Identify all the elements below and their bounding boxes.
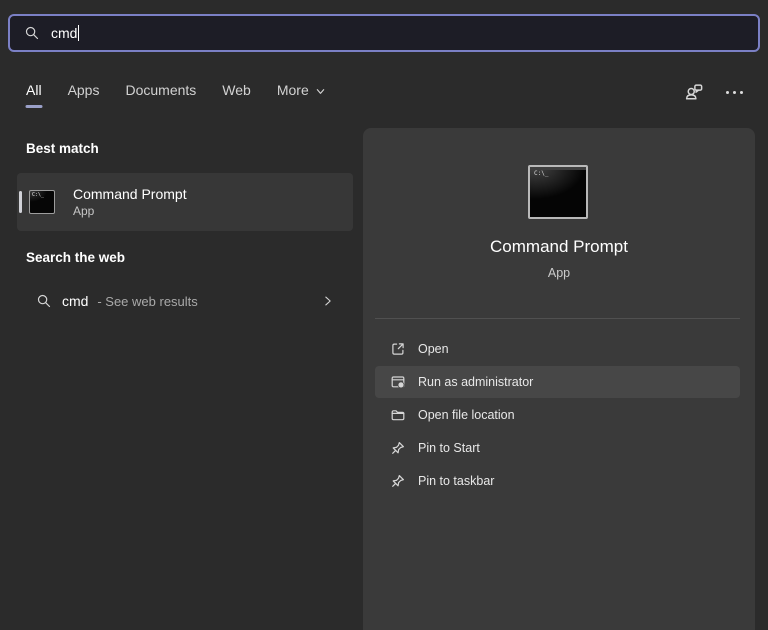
tab-documents[interactable]: Documents — [125, 82, 196, 108]
active-tab-indicator — [25, 105, 43, 108]
tab-more-label: More — [276, 82, 309, 98]
tab-apps-label: Apps — [67, 82, 100, 98]
selection-indicator — [19, 191, 22, 213]
open-external-icon — [392, 343, 404, 355]
action-open-label: Open — [418, 342, 449, 356]
action-open-file-location-label: Open file location — [418, 408, 515, 422]
tab-apps[interactable]: Apps — [68, 82, 100, 108]
preview-app-title: Command Prompt — [490, 237, 628, 256]
preview-app-subtitle: App — [547, 266, 571, 280]
search-icon — [37, 294, 51, 308]
web-result-cmd[interactable]: cmd - See web results — [17, 280, 353, 322]
chevron-down-icon — [316, 88, 325, 94]
run-as-admin-icon — [391, 376, 405, 389]
tab-all-label: All — [26, 82, 42, 98]
web-result-query: cmd — [62, 293, 89, 309]
action-list: Open Run as administrator Open file loca… — [375, 333, 740, 498]
chevron-right-icon — [325, 296, 331, 306]
command-prompt-icon: C:\_ — [29, 190, 55, 214]
result-subtitle: App — [73, 203, 95, 218]
tab-web[interactable]: Web — [222, 82, 251, 108]
command-prompt-icon-large: C:\_ — [528, 165, 588, 219]
action-pin-to-taskbar[interactable]: Pin to taskbar — [375, 465, 740, 497]
action-run-as-administrator[interactable]: Run as administrator — [375, 366, 740, 398]
folder-icon — [391, 410, 405, 421]
tab-web-label: Web — [222, 82, 251, 98]
header-actions — [682, 80, 746, 104]
best-match-result-command-prompt[interactable]: C:\_ Command Prompt App — [17, 173, 353, 231]
search-input[interactable]: cmd — [8, 14, 760, 52]
search-icon — [25, 26, 39, 40]
divider — [375, 318, 740, 319]
action-pin-to-start-label: Pin to Start — [418, 441, 480, 455]
action-pin-to-start[interactable]: Pin to Start — [375, 432, 740, 464]
more-options-ellipsis-icon[interactable] — [722, 80, 746, 104]
preview-panel: C:\_ Command Prompt App Open Run as admi… — [363, 128, 755, 630]
search-query-text: cmd — [51, 25, 78, 41]
search-filter-tabs: All Apps Documents Web More — [25, 82, 326, 108]
tab-documents-label: Documents — [125, 82, 197, 98]
account-chat-icon[interactable] — [682, 80, 706, 104]
action-pin-to-taskbar-label: Pin to taskbar — [418, 474, 495, 488]
text-caret — [78, 25, 80, 41]
action-run-as-administrator-label: Run as administrator — [418, 375, 534, 389]
action-open[interactable]: Open — [375, 333, 740, 365]
action-open-file-location[interactable]: Open file location — [375, 399, 740, 431]
search-the-web-header: Search the web — [26, 250, 126, 265]
tab-more[interactable]: More — [277, 82, 326, 108]
pin-icon — [392, 442, 404, 454]
tab-all[interactable]: All — [25, 82, 43, 108]
web-result-suffix: - See web results — [97, 294, 198, 309]
pin-icon — [392, 475, 404, 487]
result-title: Command Prompt — [73, 185, 187, 202]
best-match-header: Best match — [26, 141, 99, 156]
